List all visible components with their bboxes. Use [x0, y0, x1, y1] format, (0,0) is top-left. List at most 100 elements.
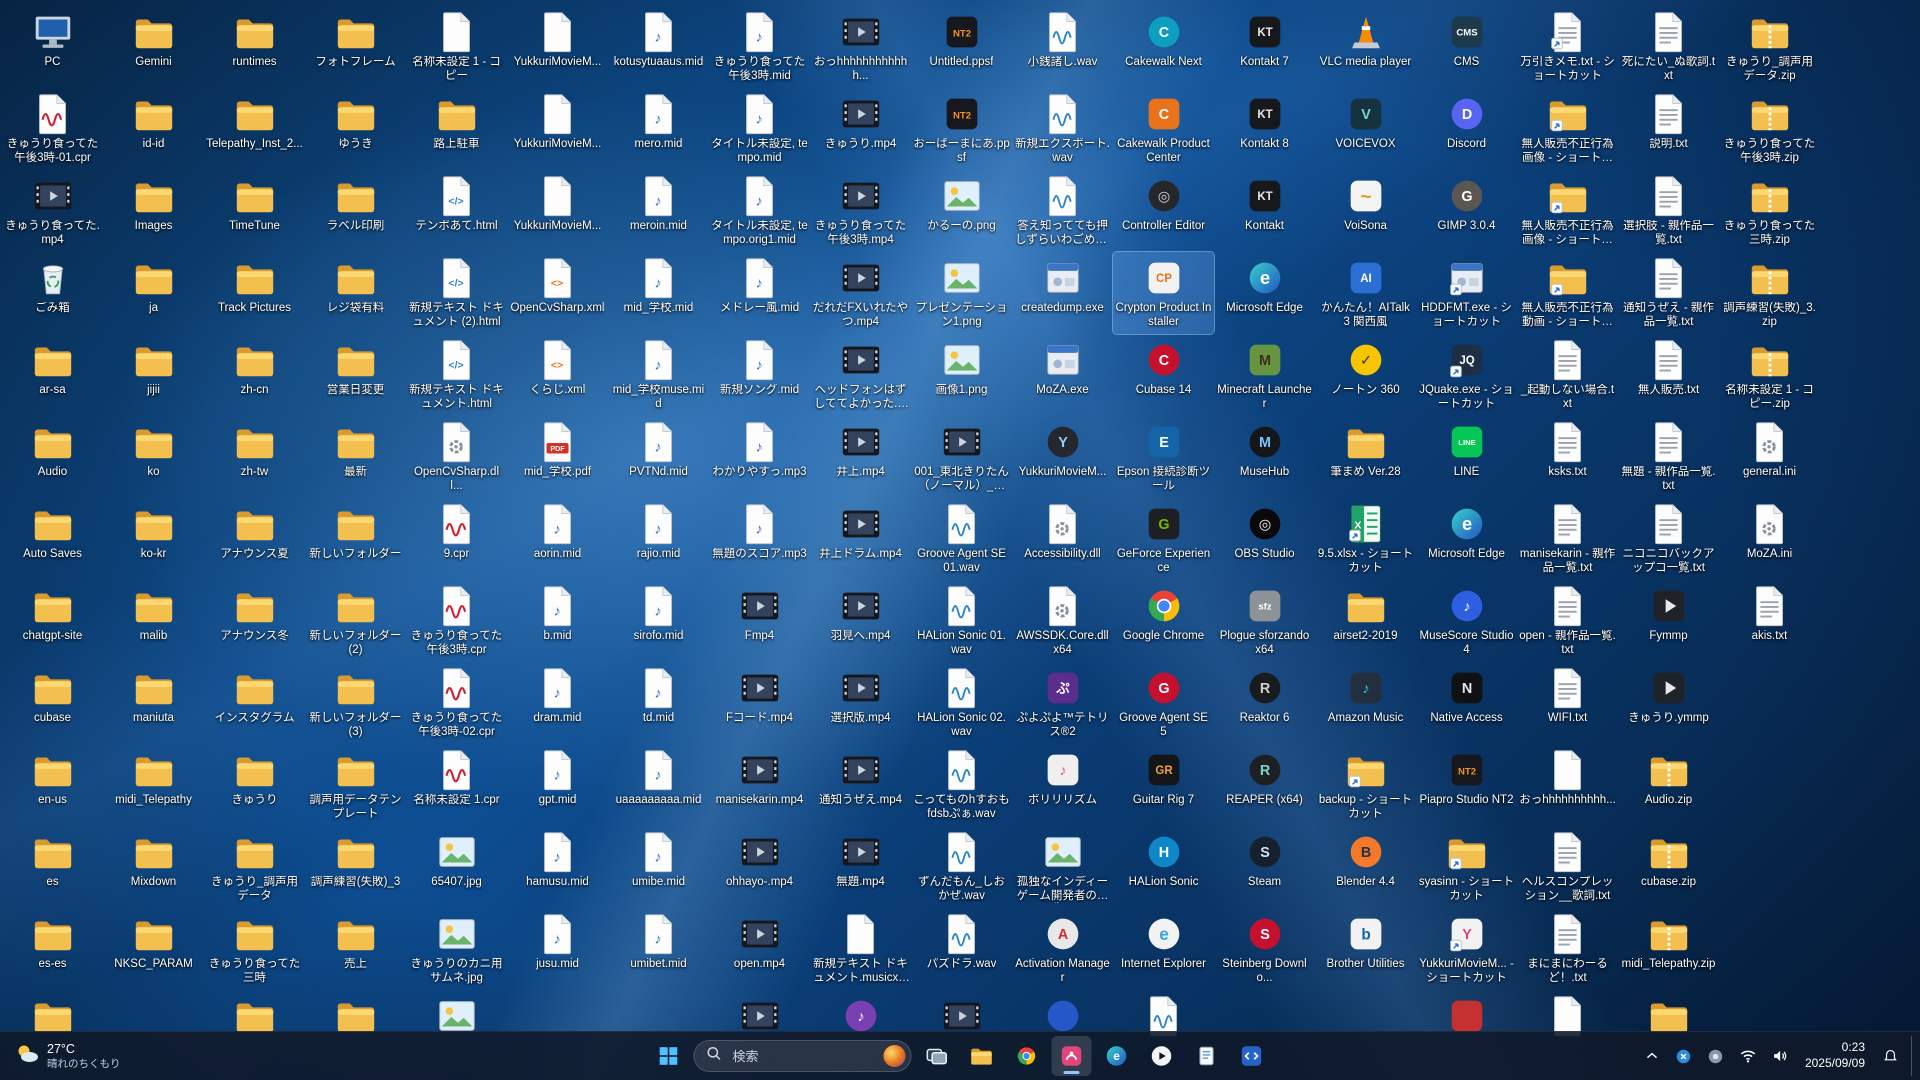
desktop-icon[interactable]: X 9.5.xlsx - ショートカット [1315, 498, 1416, 580]
desktop-icon[interactable]: manisekarin.mp4 [709, 744, 810, 826]
desktop-icon[interactable]: きゅうり_調声用データ.zip [1719, 6, 1820, 88]
desktop-icon[interactable]: 名称未設定 1 - コピー [406, 6, 507, 88]
desktop-icon[interactable]: きゅうり.mp4 [810, 88, 911, 170]
desktop-icon[interactable]: midi_Telepathy [103, 744, 204, 826]
desktop-icon[interactable]: ラベル印刷 [305, 170, 406, 252]
desktop-icon[interactable]: LINE LINE [1416, 416, 1517, 498]
desktop-icon[interactable]: Accessibility.dll [1012, 498, 1113, 580]
desktop-icon[interactable]: AWSSDK.Core.dll x64 [1012, 580, 1113, 662]
desktop-icon[interactable]: アナウンス夏 [204, 498, 305, 580]
desktop-icon[interactable]: きゅうり食ってた午後3時.mp4 [810, 170, 911, 252]
desktop-icon[interactable]: 新規テキスト ドキュメント.musicxml [810, 908, 911, 990]
desktop-icon[interactable]: ♪ Amazon Music [1315, 662, 1416, 744]
notification-bell-icon[interactable] [1875, 1038, 1905, 1074]
desktop-icon[interactable]: きゅうり食ってた三時 [204, 908, 305, 990]
desktop-icon[interactable]: こってものhすおもfdsbぷぁ.wav [911, 744, 1012, 826]
taskbar-app-media-player[interactable] [1142, 1036, 1182, 1076]
desktop-icon[interactable]: MoZA.exe [1012, 334, 1113, 416]
desktop-icon[interactable]: e Internet Explorer [1113, 908, 1214, 990]
desktop-icon[interactable]: midi_Telepathy.zip [1618, 908, 1719, 990]
desktop-icon[interactable]: きゅうり食ってた.mp4 [2, 170, 103, 252]
desktop-icon[interactable]: 調声用データテンプレート [305, 744, 406, 826]
desktop-icon[interactable]: C Cakewalk Product Center [1113, 88, 1214, 170]
desktop-icon[interactable]: レジ袋有料 [305, 252, 406, 334]
desktop-icon[interactable]: きゅうり_調声用データ [204, 826, 305, 908]
desktop-icon[interactable]: 孤独なインディーゲーム開発者の一生... [1012, 826, 1113, 908]
desktop-icon[interactable]: M MuseHub [1214, 416, 1315, 498]
desktop-icon[interactable]: NT2 おーばーまにあ.ppsf [911, 88, 1012, 170]
desktop-icon[interactable]: 無人販売不正行為動画 - ショートカット [1517, 252, 1618, 334]
desktop-icon[interactable]: Gemini [103, 6, 204, 88]
desktop-icon[interactable]: C Cakewalk Next [1113, 6, 1214, 88]
desktop-icon[interactable]: G GIMP 3.0.4 [1416, 170, 1517, 252]
taskbar-app-file-explorer[interactable] [962, 1036, 1002, 1076]
desktop-icon[interactable]: きゅうり食ってた午後3時-01.cpr [2, 88, 103, 170]
tray-app-blue-icon[interactable] [1669, 1038, 1699, 1074]
desktop-icon[interactable]: 新規エクスポート.wav [1012, 88, 1113, 170]
desktop-icon[interactable]: general.ini [1719, 416, 1820, 498]
desktop-icon[interactable]: きゅうり食ってた午後3時-02.cpr [406, 662, 507, 744]
desktop-icon[interactable]: R Reaktor 6 [1214, 662, 1315, 744]
desktop-icon[interactable]: 説明.txt [1618, 88, 1719, 170]
desktop-icon[interactable]: ~ VoiSona [1315, 170, 1416, 252]
desktop-icon[interactable]: 万引きメモ.txt - ショートカット [1517, 6, 1618, 88]
desktop-icon[interactable]: akis.txt [1719, 580, 1820, 662]
desktop-icon[interactable]: 65407.jpg [406, 826, 507, 908]
desktop-icon[interactable]: 井上.mp4 [810, 416, 911, 498]
wifi-icon[interactable] [1733, 1038, 1763, 1074]
desktop-icon[interactable]: runtimes [204, 6, 305, 88]
desktop-icon[interactable]: 羽見へ.mp4 [810, 580, 911, 662]
desktop-icon[interactable]: HDDFMT.exe - ショートカット [1416, 252, 1517, 334]
desktop-icon[interactable]: MoZA.ini [1719, 498, 1820, 580]
desktop-icon[interactable]: かるーの.png [911, 170, 1012, 252]
desktop-icon[interactable]: 画像1.png [911, 334, 1012, 416]
taskbar-app-task-view[interactable] [917, 1036, 957, 1076]
desktop-icon[interactable]: ♪ 新規ソング.mid [709, 334, 810, 416]
desktop-icon[interactable]: CMS CMS [1416, 6, 1517, 88]
desktop-icon[interactable]: YukkuriMovieM... [507, 170, 608, 252]
desktop-icon[interactable]: </> 新規テキスト ドキュメント (2).html [406, 252, 507, 334]
desktop-icon[interactable]: ♪ umibe.mid [608, 826, 709, 908]
desktop-icon[interactable]: Groove Agent SE 01.wav [911, 498, 1012, 580]
desktop-icon[interactable]: ゆうき [305, 88, 406, 170]
desktop-icon[interactable]: KT Kontakt 8 [1214, 88, 1315, 170]
desktop-icon[interactable]: ♪ きゅうり食ってた午後3時.mid [709, 6, 810, 88]
desktop-icon[interactable]: ◎ OBS Studio [1214, 498, 1315, 580]
desktop-icon[interactable]: ♪ dram.mid [507, 662, 608, 744]
desktop-icon[interactable]: ♪ タイトル未設定, tempo.mid [709, 88, 810, 170]
desktop-icon[interactable]: A Activation Manager [1012, 908, 1113, 990]
desktop-icon[interactable]: S Steam [1214, 826, 1315, 908]
desktop-icon[interactable]: H HALion Sonic [1113, 826, 1214, 908]
desktop-icon[interactable]: backup - ショートカット [1315, 744, 1416, 826]
desktop-icon[interactable]: ♪ b.mid [507, 580, 608, 662]
taskbar-app-edge[interactable]: e [1097, 1036, 1137, 1076]
desktop-icon[interactable]: ♪ uaaaaaaaaa.mid [608, 744, 709, 826]
desktop-icon[interactable]: ♪ わかりやすっ.mp3 [709, 416, 810, 498]
desktop-icon[interactable]: きゅうり [204, 744, 305, 826]
desktop-icon[interactable]: NKSC_PARAM [103, 908, 204, 990]
desktop-icon[interactable]: e Microsoft Edge [1214, 252, 1315, 334]
desktop-icon[interactable]: ♪ mid_学校muse.mid [608, 334, 709, 416]
desktop-icon[interactable]: e Microsoft Edge [1416, 498, 1517, 580]
desktop-icon[interactable]: 新しいフォルダー [305, 498, 406, 580]
desktop-icon[interactable]: まにまにわーるど！.txt [1517, 908, 1618, 990]
desktop-icon[interactable]: Fymmp [1618, 580, 1719, 662]
taskbar-app-chrome[interactable] [1007, 1036, 1047, 1076]
desktop-icon[interactable]: 売上 [305, 908, 406, 990]
desktop-icon[interactable]: ♪ kotusytuaaus.mid [608, 6, 709, 88]
desktop-icon[interactable]: プレゼンテーション1.png [911, 252, 1012, 334]
desktop-icon[interactable]: ♪ umibet.mid [608, 908, 709, 990]
desktop-icon[interactable]: id-id [103, 88, 204, 170]
desktop-icon[interactable]: maniuta [103, 662, 204, 744]
desktop-icon[interactable]: syasinn - ショートカット [1416, 826, 1517, 908]
desktop-icon[interactable]: 死にたい_ぬ歌詞.txt [1618, 6, 1719, 88]
desktop-icon[interactable]: es-es [2, 908, 103, 990]
desktop-icon[interactable]: 井上ドラム.mp4 [810, 498, 911, 580]
desktop-icon[interactable]: jijii [103, 334, 204, 416]
desktop-icon[interactable]: ✓ ノートン 360 [1315, 334, 1416, 416]
desktop-icon[interactable]: Y YukkuriMovieM... [1012, 416, 1113, 498]
desktop-icon[interactable]: </> テンポあて.html [406, 170, 507, 252]
desktop-icon[interactable]: ◎ Controller Editor [1113, 170, 1214, 252]
desktop-icon[interactable]: ♪ MuseScore Studio 4 [1416, 580, 1517, 662]
desktop-icon[interactable]: Audio.zip [1618, 744, 1719, 826]
